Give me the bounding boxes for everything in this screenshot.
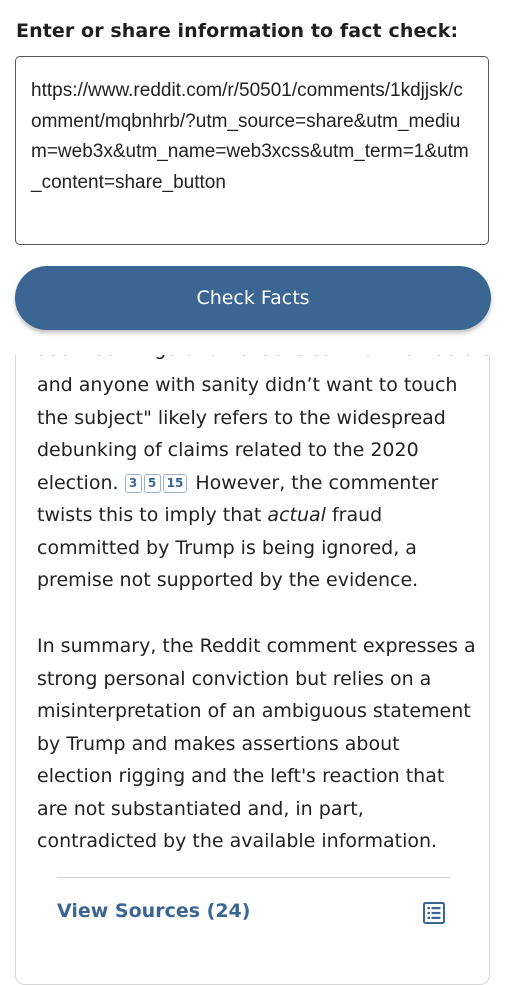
url-input-value[interactable]: https://www.reddit.com/r/50501/comments/… — [31, 76, 471, 198]
fact-check-prompt-label: Enter or share information to fact check… — [16, 20, 459, 42]
list-icon[interactable] — [422, 901, 446, 925]
clipped-text-line: seem so fringe and nonsensical that Demo… — [37, 355, 489, 365]
citation-badge[interactable]: 3 — [124, 473, 142, 493]
result-card: seem so fringe and nonsensical that Demo… — [15, 355, 490, 985]
citation-badge[interactable]: 15 — [162, 473, 188, 493]
check-facts-button[interactable]: Check Facts — [15, 266, 491, 330]
citation-badge[interactable]: 5 — [143, 473, 161, 493]
result-paragraph-summary: In summary, the Reddit comment expresses… — [37, 635, 476, 852]
result-paragraph-1: and anyone with sanity didn’t want to to… — [37, 369, 477, 597]
emphasis-text: actual — [267, 504, 326, 526]
check-facts-button-label: Check Facts — [196, 287, 310, 309]
divider — [57, 877, 450, 878]
view-sources-link[interactable]: View Sources (24) — [57, 900, 250, 922]
